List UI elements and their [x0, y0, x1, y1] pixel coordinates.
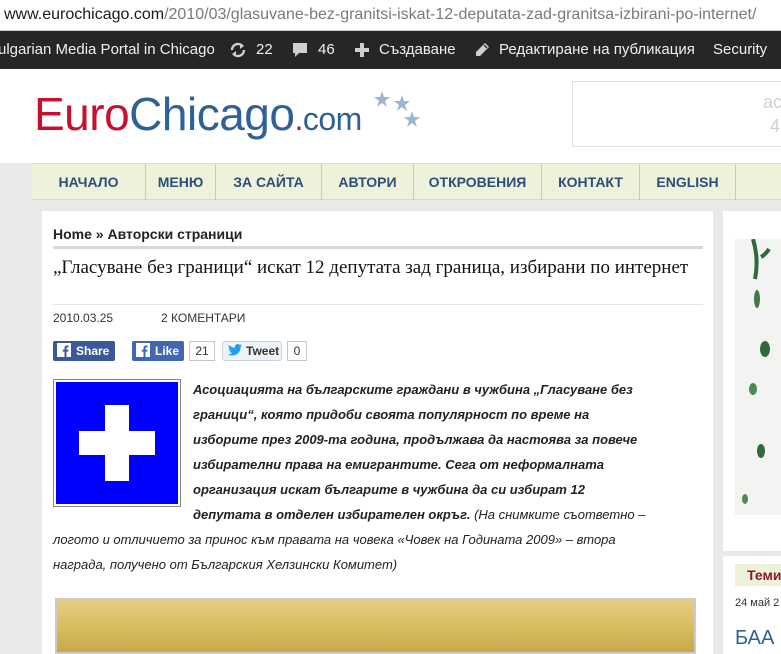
site-logo[interactable]: EuroChicago.com	[34, 87, 362, 141]
url-text[interactable]: www.eurochicago.com/2010/03/glasuvane-be…	[4, 6, 756, 24]
breadcrumb: Home » Авторски страници	[53, 226, 242, 242]
title-divider	[53, 304, 703, 305]
nav-item-contact[interactable]: КОНТАКТ	[542, 164, 640, 200]
lead-line: организация искат българите в чужбина да…	[193, 482, 585, 497]
admin-edit-link[interactable]: Редактиране на публикация	[474, 41, 695, 58]
main-nav: НАЧАЛО МЕНЮ ЗА САЙТА АВТОРИ ОТКРОВЕНИЯ К…	[32, 163, 781, 200]
url-path: /2010/03/glasuvane-bez-granitsi-iskat-12…	[164, 6, 757, 23]
url-host: www.eurochicago.com	[4, 6, 165, 23]
nav-item-english[interactable]: ENGLISH	[640, 164, 736, 200]
sidebar-top	[723, 211, 781, 551]
nav-item-revelations[interactable]: ОТКРОВЕНИЯ	[414, 164, 542, 200]
admin-comments-link[interactable]: 46	[292, 41, 335, 58]
glasuvane-bez-granitsi-logo	[53, 379, 181, 507]
lead-line: избирателни права на емигрантите. Сега о…	[193, 457, 605, 472]
breadcrumb-home[interactable]: Home	[53, 226, 92, 242]
site-header: EuroChicago.com ac 4	[0, 69, 781, 163]
article-container: Home » Авторски страници „Гласуване без …	[42, 211, 713, 654]
sidebar-tab-topics[interactable]: Теми	[735, 564, 781, 586]
nav-item-home[interactable]: НАЧАЛО	[32, 164, 146, 200]
breadcrumb-separator: »	[95, 226, 104, 242]
facebook-icon	[57, 342, 71, 360]
lead-last-rest: (На снимките съответно –	[470, 507, 646, 522]
twitter-icon	[228, 343, 242, 359]
sidebar-image[interactable]	[735, 239, 781, 515]
refresh-icon	[229, 42, 247, 58]
tweet-button[interactable]: Tweet	[222, 341, 282, 361]
article-comments-link[interactable]: 2 КОМЕНТАРИ	[161, 311, 245, 325]
admin-updates-link[interactable]: 22	[229, 41, 273, 58]
logo-cross-horizontal	[79, 431, 155, 455]
like-count: 21	[189, 341, 215, 361]
admin-new-link[interactable]: Създаване	[354, 41, 456, 58]
header-box-text1: ac	[763, 92, 781, 112]
logo-tld: com	[302, 101, 362, 137]
admin-updates-count: 22	[256, 41, 273, 58]
tweet-count: 0	[287, 341, 307, 361]
caption-line: логото и отличието за принос към правата…	[53, 532, 616, 547]
lead-last-line: депутата в отделен избирателен окръг. (Н…	[193, 502, 645, 527]
logo-dot: .	[294, 101, 303, 137]
logo-blue-field	[56, 382, 178, 504]
sidebar-date: 24 май 2	[735, 597, 780, 609]
sidebar-headline-small: БАА	[735, 627, 775, 649]
logo-part-chicago: Chicago	[129, 88, 295, 140]
facebook-share-button[interactable]: Share	[53, 341, 115, 361]
plus-icon	[354, 42, 370, 58]
award-photo	[55, 598, 696, 654]
pencil-icon	[474, 42, 490, 58]
lead-line: граници“, която придоби своята популярно…	[193, 407, 590, 422]
admin-edit-label: Редактиране на публикация	[499, 41, 695, 58]
lead-line: Асоциацията на българските граждани в чу…	[193, 382, 633, 397]
facebook-like-button[interactable]: Like	[132, 341, 184, 361]
admin-security-link[interactable]: Security	[713, 41, 767, 58]
facebook-icon	[136, 342, 150, 360]
nav-item-menu[interactable]: МЕНЮ	[146, 164, 216, 200]
breadcrumb-section[interactable]: Авторски страници	[107, 226, 242, 242]
lead-last-bold: депутата в отделен избирателен окръг.	[193, 507, 471, 522]
address-bar[interactable]: www.eurochicago.com/2010/03/glasuvane-be…	[0, 0, 781, 31]
admin-site-link[interactable]: ulgarian Media Portal in Chicago	[0, 41, 215, 58]
article-title: „Гласуване без граници“ искат 12 депутат…	[53, 257, 689, 278]
admin-new-label: Създаване	[379, 41, 456, 58]
facebook-like-label: Like	[155, 344, 180, 358]
breadcrumb-divider	[53, 246, 703, 249]
logo-stars-icon	[372, 89, 422, 138]
comment-icon	[292, 42, 308, 58]
article-date: 2010.03.25	[53, 311, 114, 325]
admin-site-name: ulgarian Media Portal in Chicago	[0, 41, 215, 58]
logo-part-euro: Euro	[34, 88, 130, 140]
caption-line: награда, получено от Българския Хелзинск…	[53, 557, 398, 572]
admin-security-label: Security	[713, 41, 768, 58]
admin-bar: ulgarian Media Portal in Chicago 22 46 С…	[0, 31, 781, 69]
admin-comments-count: 46	[318, 41, 335, 58]
facebook-share-label: Share	[76, 344, 110, 358]
sidebar-bottom: Теми 24 май 2 БАА Б	[723, 556, 781, 654]
header-ad-box[interactable]: ac 4	[572, 81, 781, 147]
sidebar-headline[interactable]: БАА Б	[735, 618, 781, 652]
nav-item-about[interactable]: ЗА САЙТА	[216, 164, 322, 200]
header-box-text2: 4	[770, 116, 781, 136]
lead-line: изборите през 2009-та година, продължава…	[193, 432, 638, 447]
tweet-label: Tweet	[246, 344, 280, 358]
nav-item-authors[interactable]: АВТОРИ	[322, 164, 414, 200]
